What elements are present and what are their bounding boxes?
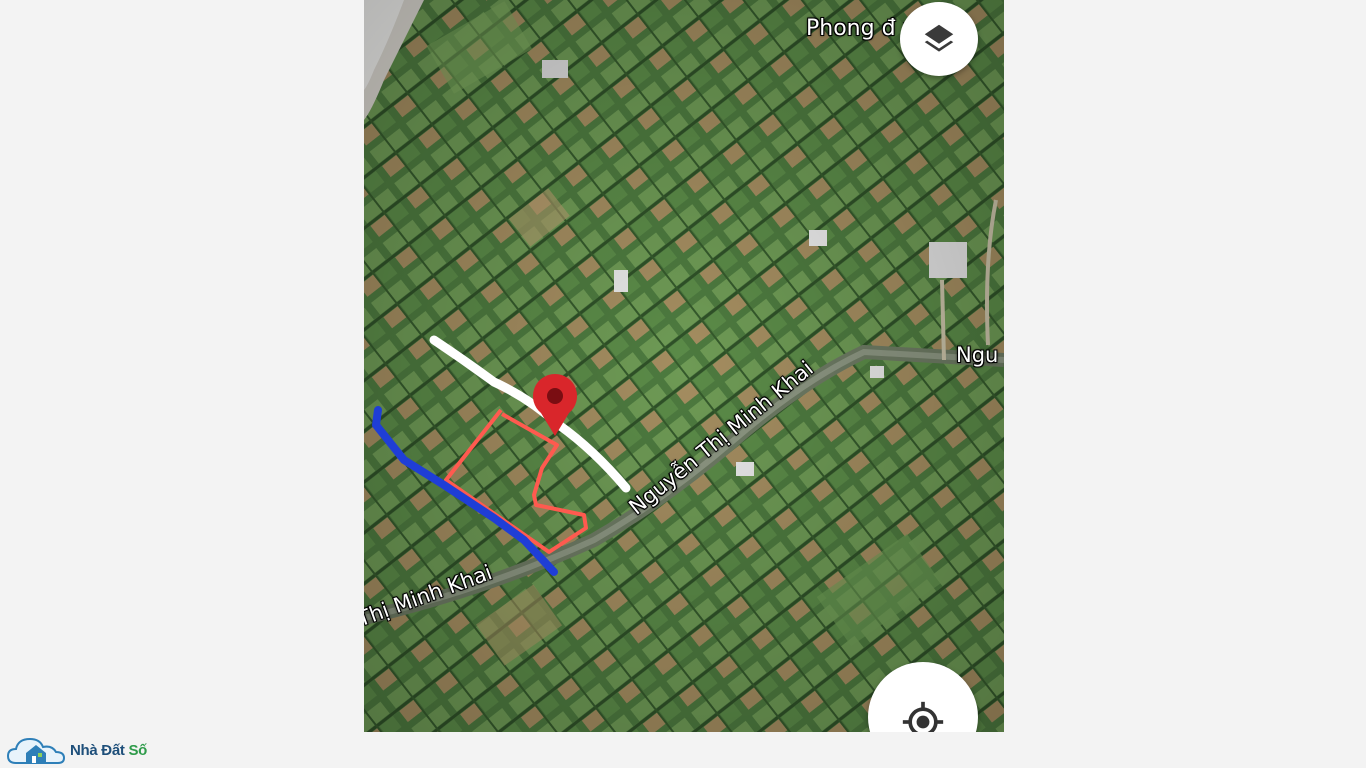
satellite-map[interactable]: Nguyễn Thị Minh Khai Thị Minh Khai Ngu P… <box>364 0 1004 732</box>
house-cloud-logo <box>6 737 66 764</box>
satellite-terrain <box>364 0 1004 732</box>
road-label-right: Ngu <box>956 343 999 367</box>
my-location-icon <box>902 701 944 732</box>
layers-button[interactable] <box>900 2 978 76</box>
watermark-word-1: Nhà Đất <box>70 741 125 759</box>
watermark-word-2: Số <box>128 741 148 759</box>
layers-icon <box>924 24 954 52</box>
watermark: Nhà Đất Số <box>6 733 147 767</box>
page: Nguyễn Thị Minh Khai Thị Minh Khai Ngu P… <box>0 0 1366 768</box>
watermark-brand: Nhà Đất Số <box>70 742 147 759</box>
